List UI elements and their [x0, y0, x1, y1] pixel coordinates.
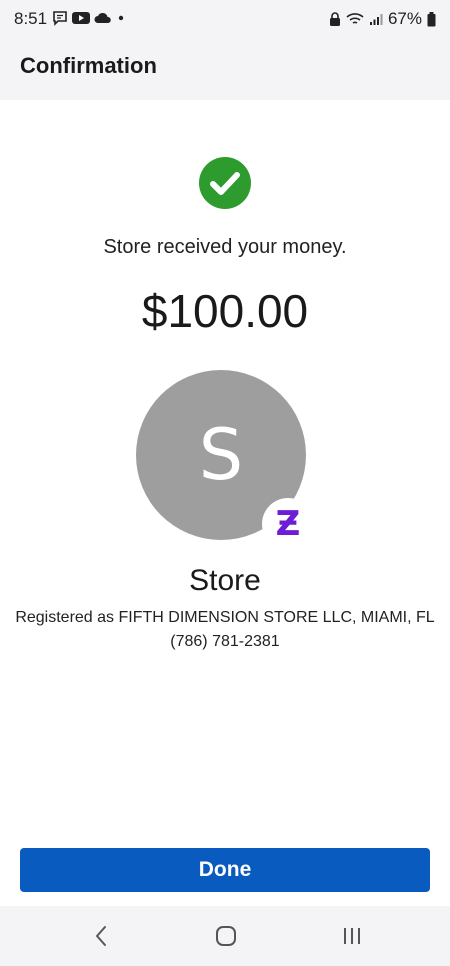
navigation-bar [0, 906, 450, 966]
zelle-badge: Ƶ [262, 498, 314, 550]
recipient-phone: (786) 781-2381 [170, 633, 280, 650]
youtube-icon [72, 12, 90, 24]
lock-icon [329, 11, 340, 26]
back-button[interactable] [87, 922, 115, 950]
dot-icon [118, 15, 124, 21]
confirmation-message: Store received your money. [103, 236, 347, 258]
cloud-icon [94, 12, 111, 23]
registered-info: Registered as FIFTH DIMENSION STORE LLC,… [15, 609, 435, 626]
wifi-icon [346, 13, 364, 24]
recents-icon [344, 928, 360, 944]
signal-icon [369, 14, 383, 25]
home-button[interactable] [212, 922, 240, 950]
status-notifications [52, 10, 126, 26]
app-header: Confirmation [0, 38, 450, 100]
home-icon [216, 926, 236, 946]
done-button[interactable]: Done [20, 848, 430, 892]
status-bar: 8:51 67% [0, 0, 450, 38]
status-time: 8:51 [14, 9, 48, 28]
back-icon [96, 926, 106, 946]
transfer-amount: $100.00 [141, 285, 309, 337]
status-system: 67% [329, 9, 436, 29]
recipient-name: Store [189, 564, 261, 597]
page-title: Confirmation [20, 53, 157, 78]
recents-button[interactable] [338, 922, 366, 950]
battery-percent: 67% [387, 9, 422, 28]
message-icon [53, 11, 67, 26]
success-check-icon [199, 157, 251, 209]
zelle-icon: Ƶ [275, 504, 301, 544]
avatar-initial: S [198, 414, 244, 496]
battery-icon [427, 11, 436, 26]
